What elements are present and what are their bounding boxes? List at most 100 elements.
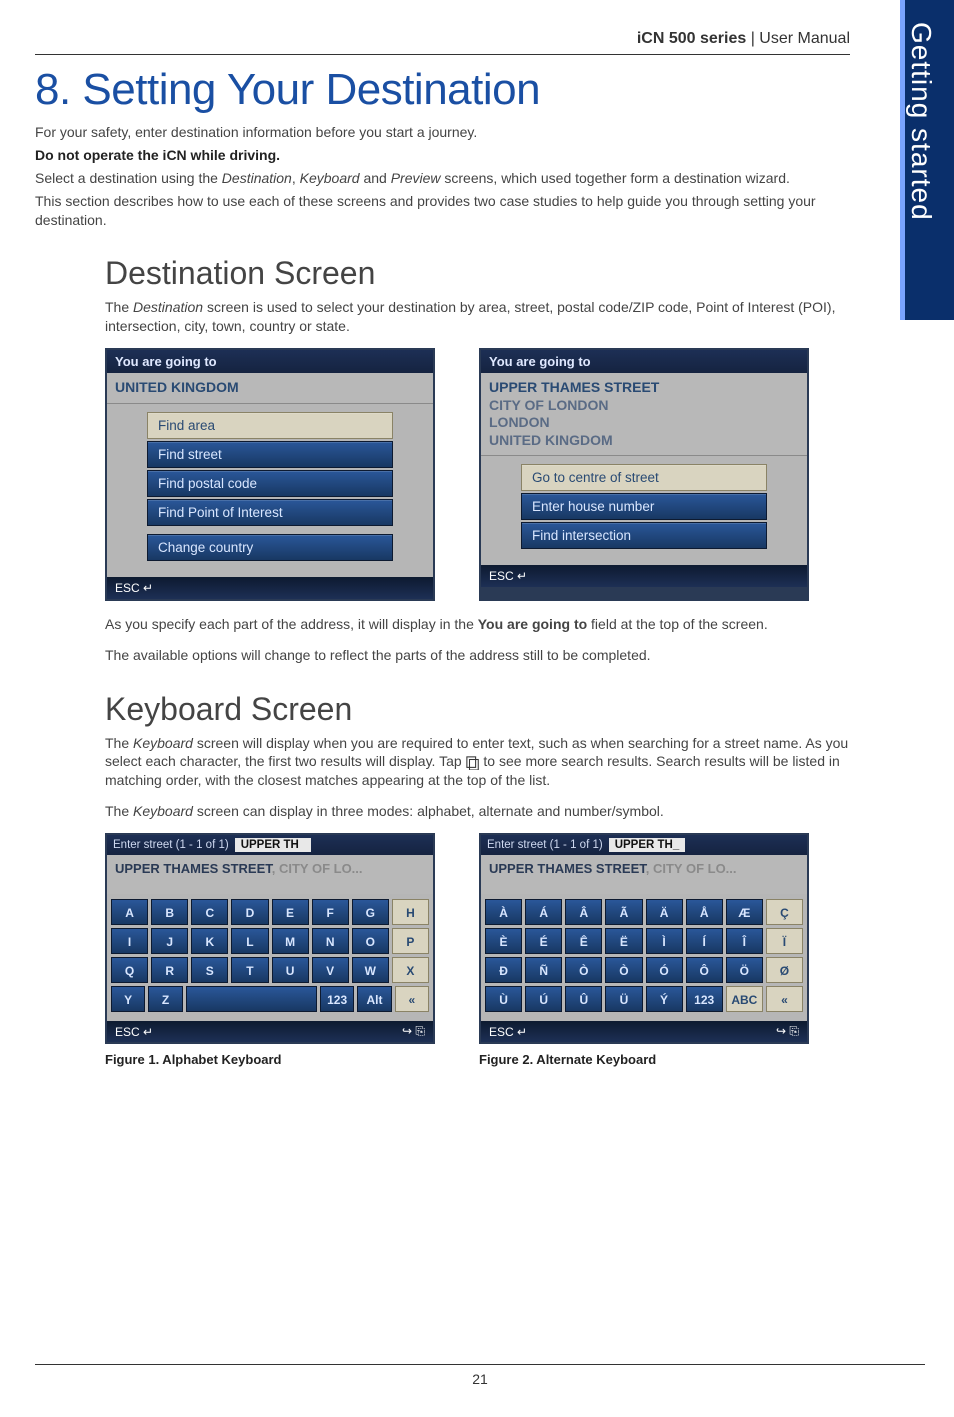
key[interactable]: Ý <box>646 986 683 1012</box>
key[interactable]: Ó <box>646 957 683 983</box>
key[interactable]: P <box>392 928 429 954</box>
kb-result[interactable]: UPPER THAMES STREET, CITY OF LO... <box>481 855 807 894</box>
key[interactable]: Ã <box>605 899 642 925</box>
menu-item[interactable]: Find street <box>147 441 393 468</box>
section2-desc2: The Keyboard screen can display in three… <box>105 802 850 821</box>
key[interactable]: U <box>272 957 309 983</box>
menu-item[interactable]: Change country <box>147 534 393 561</box>
section1-after1: As you specify each part of the address,… <box>105 615 850 634</box>
key[interactable]: Í <box>686 928 723 954</box>
menu-item[interactable]: Find Point of Interest <box>147 499 393 526</box>
page-number: 21 <box>35 1364 925 1387</box>
footer-right-icons[interactable]: ↪ ⎘ <box>776 1024 799 1039</box>
kb-top-label: Enter street (1 - 1 of 1) <box>113 839 229 851</box>
key-space[interactable] <box>186 986 317 1012</box>
key[interactable]: Ï <box>766 928 803 954</box>
key[interactable]: E <box>272 899 309 925</box>
key[interactable]: Ì <box>646 928 683 954</box>
key[interactable]: 123 <box>320 986 354 1012</box>
esc-label[interactable]: ESC ↵ <box>489 1025 527 1039</box>
device-context: UNITED KINGDOM <box>107 373 433 404</box>
key[interactable]: A <box>111 899 148 925</box>
key[interactable]: K <box>191 928 228 954</box>
key[interactable]: Ê <box>565 928 602 954</box>
section2-desc1: The Keyboard screen will display when yo… <box>105 734 850 791</box>
header-title-bold: iCN 500 series <box>637 30 746 47</box>
key[interactable]: V <box>312 957 349 983</box>
esc-label[interactable]: ESC ↵ <box>115 1025 153 1039</box>
header: iCN 500 series | User Manual <box>35 30 850 54</box>
key[interactable]: Å <box>686 899 723 925</box>
key[interactable]: N <box>312 928 349 954</box>
key[interactable]: Æ <box>726 899 763 925</box>
key[interactable]: W <box>352 957 389 983</box>
section1-after2: The available options will change to ref… <box>105 646 850 665</box>
key[interactable]: M <box>272 928 309 954</box>
device-context: UPPER THAMES STREETCITY OF LONDONLONDONU… <box>481 373 807 456</box>
menu-item[interactable]: Find postal code <box>147 470 393 497</box>
key[interactable]: Q <box>111 957 148 983</box>
key[interactable]: C <box>191 899 228 925</box>
key[interactable]: Ä <box>646 899 683 925</box>
key[interactable]: Ò <box>565 957 602 983</box>
intro-p1: For your safety, enter destination infor… <box>35 123 850 142</box>
kb-entry[interactable]: UPPER TH_ <box>609 838 686 852</box>
key[interactable]: È <box>485 928 522 954</box>
key[interactable]: L <box>231 928 268 954</box>
key[interactable]: I <box>111 928 148 954</box>
destination-screen-left: You are going to UNITED KINGDOM Find are… <box>105 348 435 601</box>
intro-p2: Select a destination using the Destinati… <box>35 169 850 188</box>
esc-label[interactable]: ESC ↵ <box>115 581 153 595</box>
key[interactable]: « <box>395 986 429 1012</box>
key[interactable]: Ú <box>525 986 562 1012</box>
section1-heading: Destination Screen <box>105 255 850 292</box>
key[interactable]: É <box>525 928 562 954</box>
key[interactable]: Ù <box>485 986 522 1012</box>
menu-item[interactable]: Go to centre of street <box>521 464 767 491</box>
key[interactable]: Ü <box>605 986 642 1012</box>
key[interactable]: Ô <box>686 957 723 983</box>
key[interactable]: Á <box>525 899 562 925</box>
keyboard-alternate: Enter street (1 - 1 of 1) UPPER TH_ UPPE… <box>479 833 809 1044</box>
key[interactable]: « <box>766 986 803 1012</box>
key[interactable]: Z <box>148 986 182 1012</box>
key[interactable]: B <box>151 899 188 925</box>
key[interactable]: G <box>352 899 389 925</box>
menu-item[interactable]: Find intersection <box>521 522 767 549</box>
key[interactable]: Ð <box>485 957 522 983</box>
key[interactable]: 123 <box>686 986 723 1012</box>
key[interactable]: Ñ <box>525 957 562 983</box>
key[interactable]: Y <box>111 986 145 1012</box>
key[interactable]: T <box>231 957 268 983</box>
key[interactable]: Ö <box>726 957 763 983</box>
menu-item[interactable]: Enter house number <box>521 493 767 520</box>
footer-right-icons[interactable]: ↪ ⎘ <box>402 1024 425 1039</box>
key[interactable]: F <box>312 899 349 925</box>
device-title: You are going to <box>481 350 807 373</box>
key[interactable]: À <box>485 899 522 925</box>
key[interactable]: Ø <box>766 957 803 983</box>
key[interactable]: ABC <box>726 986 763 1012</box>
key[interactable]: Alt <box>357 986 391 1012</box>
key[interactable]: Ë <box>605 928 642 954</box>
kb-entry[interactable]: UPPER TH <box>235 838 311 852</box>
list-icon <box>466 756 480 770</box>
key[interactable]: Û <box>565 986 602 1012</box>
key[interactable]: D <box>231 899 268 925</box>
intro-warn: Do not operate the iCN while driving. <box>35 146 850 165</box>
key[interactable]: R <box>151 957 188 983</box>
figure2-caption: Figure 2. Alternate Keyboard <box>479 1052 809 1067</box>
key[interactable]: X <box>392 957 429 983</box>
section1-desc: The Destination screen is used to select… <box>105 298 850 336</box>
key[interactable]: Â <box>565 899 602 925</box>
key[interactable]: Î <box>726 928 763 954</box>
esc-label[interactable]: ESC ↵ <box>489 569 527 583</box>
key[interactable]: S <box>191 957 228 983</box>
key[interactable]: Ò <box>605 957 642 983</box>
menu-item[interactable]: Find area <box>147 412 393 439</box>
key[interactable]: J <box>151 928 188 954</box>
key[interactable]: O <box>352 928 389 954</box>
key[interactable]: Ç <box>766 899 803 925</box>
kb-result[interactable]: UPPER THAMES STREET, CITY OF LO... <box>107 855 433 894</box>
key[interactable]: H <box>392 899 429 925</box>
